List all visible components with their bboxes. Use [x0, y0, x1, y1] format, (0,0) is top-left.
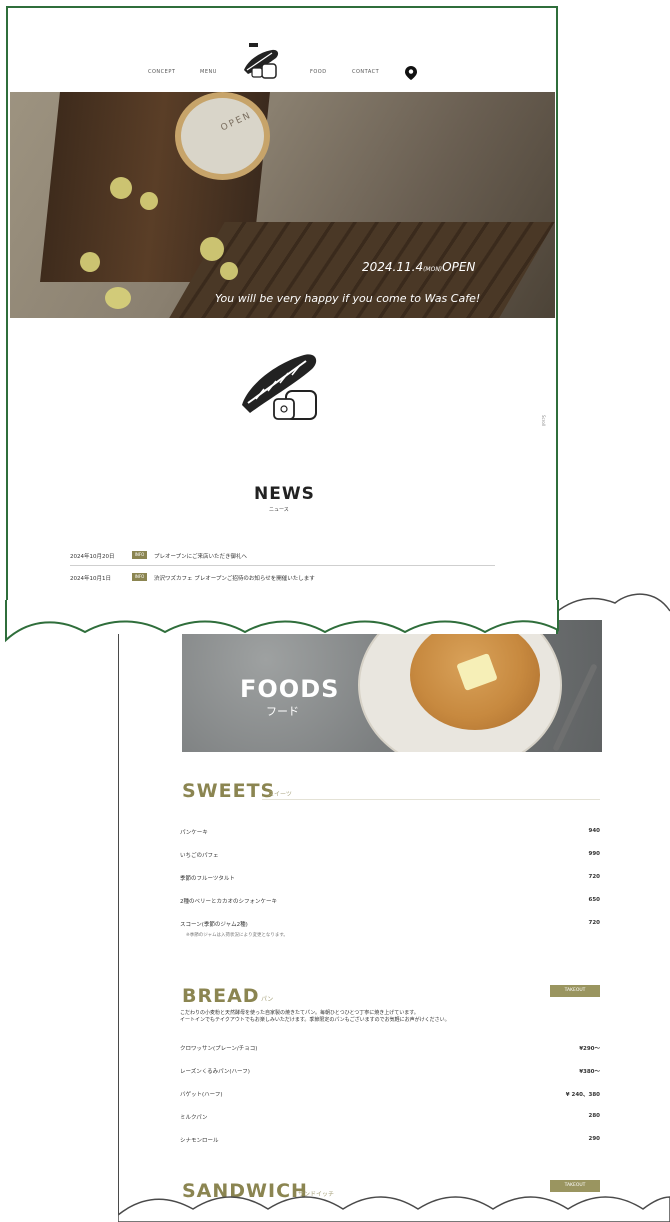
menu-item-name: スコーン(季節のジャム2種) — [180, 922, 248, 928]
open-label: OPEN — [442, 260, 476, 274]
sweets-note: ※季節のジャムは入荷状況により変更となります。 — [186, 933, 288, 938]
foods-title: FOODS — [240, 675, 340, 703]
news-tag: INFO — [132, 573, 147, 581]
menu-item-name: バゲット(ハーフ) — [180, 1092, 223, 1098]
news-date: 2024年10月1日 — [70, 576, 111, 582]
menu-item: いちごのパフェ 990 — [180, 849, 600, 861]
bread-subtitle: パン — [261, 996, 274, 1003]
menu-item: パンケーキ 940 — [180, 826, 600, 838]
menu-item-price: 290 — [588, 1136, 600, 1142]
news-item[interactable]: 2024年10月20日 INFO プレオープンにご来店いただき御礼へ — [70, 549, 495, 563]
menu-item-name: シナモンロール — [180, 1138, 219, 1144]
top-card-bottom-wave — [5, 600, 559, 643]
news-subtitle: ニュース — [269, 507, 289, 513]
bread-title: BREAD — [182, 985, 260, 1007]
news-item[interactable]: 2024年10月1日 INFO 渋沢ワズカフェ プレオープンご招待のお知らせを開… — [70, 571, 495, 585]
hero-image: OPEN 2024.11.4(MON)OPEN You will be very… — [10, 92, 555, 318]
hero-tagline: You will be very happy if you come to Wa… — [215, 292, 481, 305]
menu-item-name: クロワッサン(プレーン/チョコ) — [180, 1046, 258, 1052]
news-text: 渋沢ワズカフェ プレオープンご招待のお知らせを開催いたします — [154, 576, 315, 582]
menu-item-price: ¥290〜 — [579, 1046, 600, 1052]
foods-subtitle: フード — [266, 705, 299, 718]
menu-item: 2種のベリーとカカオのシフォンケーキ 650 — [180, 895, 600, 907]
bread-takeout-button[interactable]: TAKEOUT — [550, 985, 600, 997]
map-pin-icon[interactable] — [405, 66, 417, 80]
scroll-hint: Scroll — [541, 415, 546, 426]
flower-image — [80, 252, 100, 272]
nav-item-menu[interactable]: MENU — [200, 69, 217, 75]
hero-open-date: 2024.11.4(MON)OPEN — [362, 260, 475, 274]
menu-item-price: ¥ 240、380 — [565, 1092, 600, 1098]
menu-item-price: 990 — [588, 851, 600, 857]
news-title: NEWS — [254, 484, 315, 504]
nav-item-contact[interactable]: CONTACT — [352, 69, 379, 75]
sweets-subtitle: スイーツ — [268, 791, 292, 798]
open-sign-image — [175, 92, 270, 180]
menu-item: クロワッサン(プレーン/チョコ) ¥290〜 — [180, 1042, 600, 1054]
open-date: 2024.11.4 — [362, 260, 424, 274]
flower-image — [110, 177, 132, 199]
menu-item-name: パンケーキ — [180, 830, 208, 836]
news-text: プレオープンにご来店いただき御礼へ — [154, 554, 248, 560]
bread-description: こだわりの小麦粉と天然酵母を使った自家製の焼きたてパン。毎朝ひとつひとつ丁寧に焼… — [180, 1010, 419, 1016]
back-card-bottom-wave — [118, 1196, 670, 1222]
page-stage: FOODS フード SWEETS スイーツ パンケーキ 940 いちごのパフェ … — [0, 0, 670, 1222]
menu-item: レーズンくるみパン(ハーフ) ¥380〜 — [180, 1065, 600, 1077]
news-tag: INFO — [132, 551, 147, 559]
bread-description: イートインでもテイクアウトでもお楽しみいただけます。季節限定のパンもございますの… — [180, 1017, 450, 1023]
menu-item-name: いちごのパフェ — [180, 853, 219, 859]
bread-illustration-icon — [242, 354, 317, 420]
nav-item-food[interactable]: FOOD — [310, 69, 327, 75]
news-divider — [70, 565, 495, 566]
menu-item: バゲット(ハーフ) ¥ 240、380 — [180, 1088, 600, 1100]
nav-item-concept[interactable]: CONCEPT — [148, 69, 175, 75]
news-date: 2024年10月20日 — [70, 554, 115, 560]
menu-item-price: 650 — [588, 897, 600, 903]
flower-image — [105, 287, 131, 309]
menu-item: ミルクパン 280 — [180, 1111, 600, 1123]
menu-item-name: 2種のベリーとカカオのシフォンケーキ — [180, 899, 278, 905]
flower-image — [220, 262, 238, 280]
menu-item-name: 季節のフルーツタルト — [180, 876, 235, 882]
menu-item-price: 280 — [588, 1113, 600, 1119]
menu-item: シナモンロール 290 — [180, 1134, 600, 1146]
flower-image — [200, 237, 224, 261]
open-weekday: (MON) — [423, 266, 443, 273]
menu-item-price: 720 — [588, 920, 600, 926]
menu-item-price: 720 — [588, 874, 600, 880]
bread-logo-icon[interactable] — [238, 40, 284, 82]
menu-item-price: 940 — [588, 828, 600, 834]
menu-item: 季節のフルーツタルト 720 — [180, 872, 600, 884]
sweets-divider — [262, 799, 600, 800]
menu-item-name: レーズンくるみパン(ハーフ) — [180, 1069, 250, 1075]
menu-item: スコーン(季節のジャム2種) 720 — [180, 918, 600, 930]
menu-item-price: ¥380〜 — [579, 1069, 600, 1075]
flower-image — [140, 192, 158, 210]
menu-item-name: ミルクパン — [180, 1115, 208, 1121]
